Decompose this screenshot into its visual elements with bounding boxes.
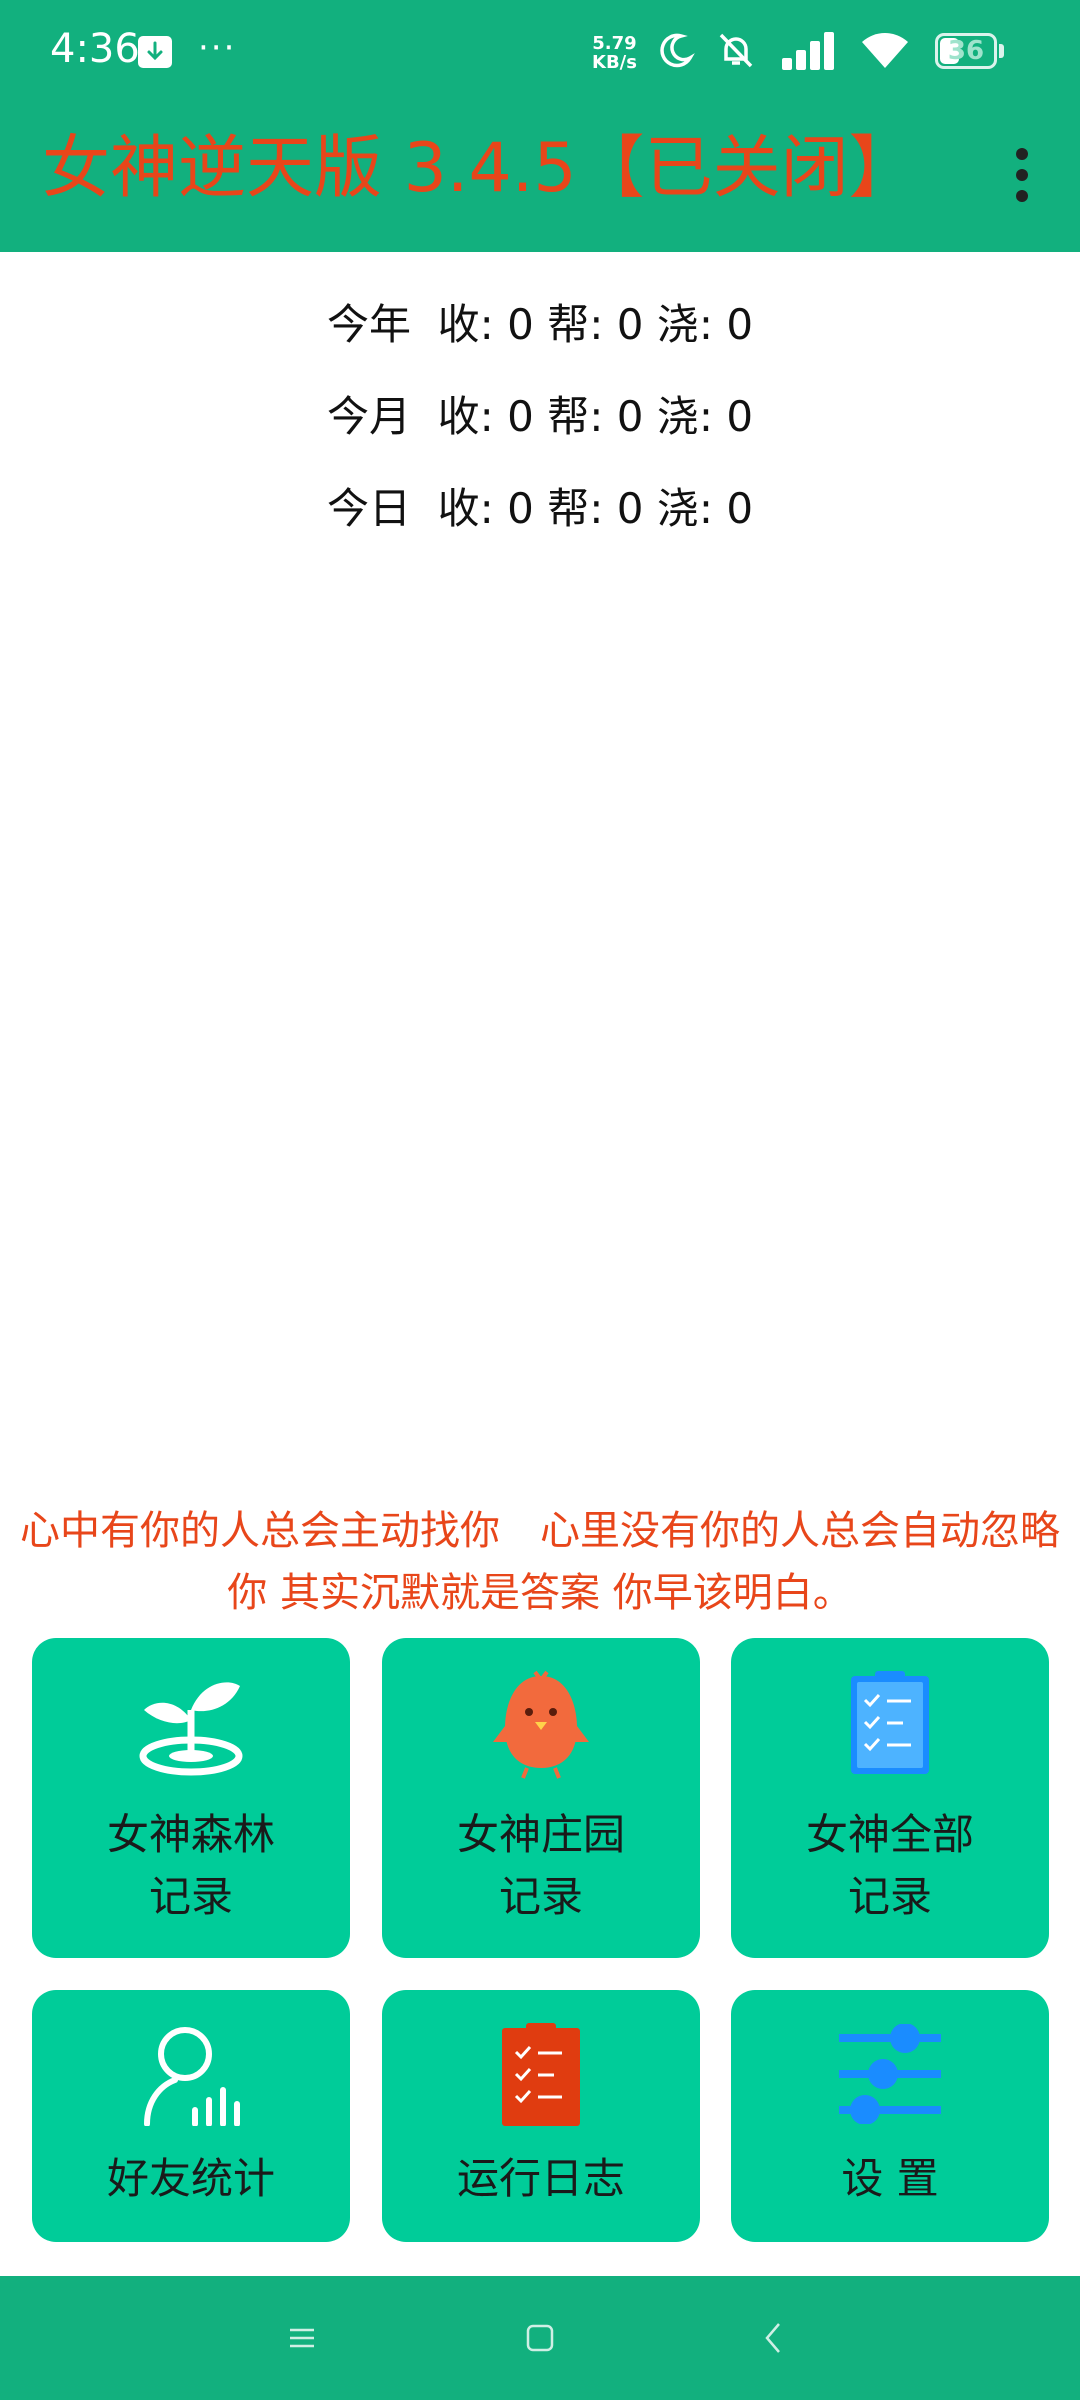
- stat-row-year: 今年 收: 0 帮: 0 浇: 0: [0, 290, 1080, 382]
- stat-row-month: 今月 收: 0 帮: 0 浇: 0: [0, 382, 1080, 474]
- stat-values: 收: 0 帮: 0 浇: 0: [437, 300, 754, 349]
- tile-label-2: 记录: [148, 1872, 233, 1921]
- signal-icon: [782, 32, 834, 70]
- stat-row-day: 今日 收: 0 帮: 0 浇: 0: [0, 474, 1080, 566]
- status-time: 4:36: [50, 26, 140, 72]
- battery-percent: 36: [947, 36, 985, 66]
- tile-label: 女神森林: [106, 1810, 275, 1859]
- more-vert-icon[interactable]: [1008, 140, 1038, 210]
- net-speed: 5.79 KB/s: [592, 34, 637, 72]
- battery-icon: 36: [935, 33, 997, 69]
- stat-label: 今月: [326, 392, 411, 441]
- tile-label-2: 记录: [847, 1872, 932, 1921]
- download-icon: [138, 36, 172, 68]
- tile-label: 好友统计: [106, 2154, 275, 2203]
- log-clipboard-icon: [502, 2023, 580, 2126]
- more-notifications-icon: ···: [198, 28, 237, 68]
- back-icon[interactable]: [744, 2308, 804, 2368]
- tile-forest-records[interactable]: 女神森林 记录: [32, 1638, 350, 1958]
- stats-panel: 今年 收: 0 帮: 0 浇: 0 今月 收: 0 帮: 0 浇: 0 今日 收…: [0, 290, 1080, 566]
- stat-values: 收: 0 帮: 0 浇: 0: [437, 392, 754, 441]
- tile-manor-records[interactable]: 女神庄园 记录: [382, 1638, 700, 1958]
- tile-run-log[interactable]: 运行日志: [382, 1990, 700, 2242]
- tile-settings[interactable]: 设 置: [731, 1990, 1049, 2242]
- app-title: 女神逆天版 3.4.5【已关闭】: [42, 129, 917, 208]
- tile-label: 女神庄园: [456, 1810, 625, 1859]
- tile-label: 设 置: [841, 2154, 939, 2203]
- sliders-icon: [839, 2024, 941, 2124]
- clipboard-checklist-icon: [851, 1671, 929, 1774]
- system-nav-bar: [0, 2276, 1080, 2400]
- tile-label: 女神全部: [805, 1810, 974, 1859]
- bell-off-icon: [719, 33, 753, 68]
- tile-label-2: 记录: [498, 1872, 583, 1921]
- net-speed-value: 5.79: [592, 33, 637, 54]
- sprout-icon: [139, 1682, 243, 1776]
- tile-label: 运行日志: [456, 2154, 625, 2203]
- battery-tip: [999, 44, 1004, 58]
- user-stats-icon: [144, 2027, 240, 2126]
- stat-values: 收: 0 帮: 0 浇: 0: [437, 484, 754, 533]
- chick-icon: [493, 1670, 589, 1779]
- stat-label: 今年: [326, 300, 411, 349]
- moon-icon: [660, 33, 695, 68]
- tile-all-records[interactable]: 女神全部 记录: [731, 1638, 1049, 1958]
- wifi-icon: [862, 33, 908, 68]
- quote-text: 心中有你的人总会主动找你 心里没有你的人总会自动忽略你 其实沉默就是答案 你早该…: [20, 1508, 1060, 1616]
- recents-icon[interactable]: [272, 2308, 332, 2368]
- stat-label: 今日: [326, 484, 411, 533]
- app-bar: 女神逆天版 3.4.5【已关闭】: [0, 100, 1080, 252]
- net-speed-unit: KB/s: [592, 52, 637, 73]
- home-icon[interactable]: [510, 2308, 570, 2368]
- status-bar: 4:36 ··· 5.79 KB/s 36: [0, 0, 1080, 100]
- tile-friend-stats[interactable]: 好友统计: [32, 1990, 350, 2242]
